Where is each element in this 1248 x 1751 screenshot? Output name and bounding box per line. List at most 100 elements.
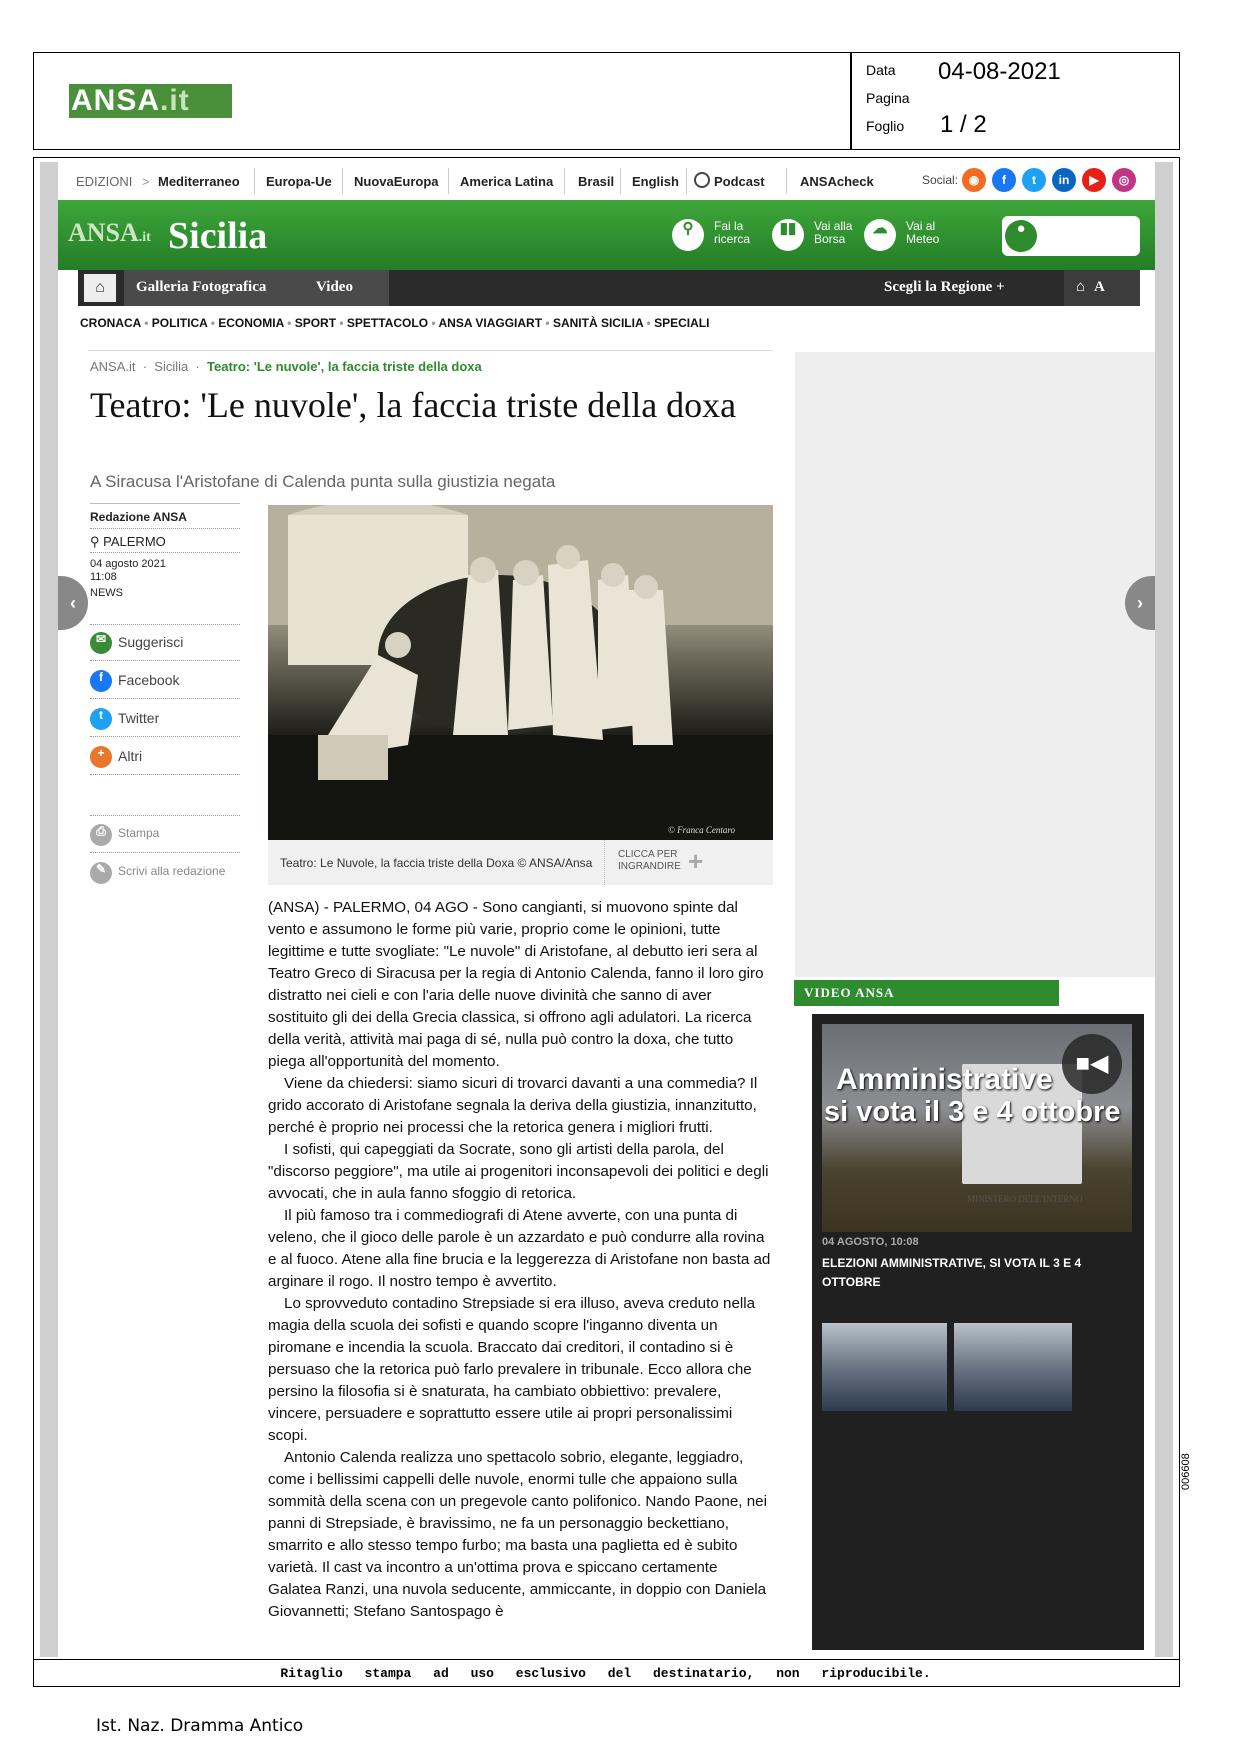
cat-spettacolo[interactable]: SPETTACOLO [347,316,428,330]
cat-cronaca[interactable]: CRONACA [80,316,141,330]
cat-sport[interactable]: SPORT [295,316,336,330]
cat-speciali[interactable]: SPECIALI [654,316,709,330]
region-header: ANSA.it Sicilia ⚲ Fai la ricerca ▮▮ Vai a… [58,200,1155,270]
login-box[interactable]: ● [1002,216,1140,256]
search-link[interactable]: Fai la ricerca [714,220,750,246]
user-icon[interactable]: ● [1005,220,1037,252]
editions-label: EDIZIONI [76,174,133,189]
cat-sanita[interactable]: SANITÀ SICILIA [553,316,643,330]
author: Redazione ANSA [90,510,187,524]
pin-icon: ⚲ [90,534,100,549]
suggest-icon: ✉ [90,632,112,654]
photo-caption-bar: Teatro: Le Nuvole, la faccia triste dell… [268,840,773,885]
facebook-icon[interactable]: f [992,168,1016,192]
linkedin-icon[interactable]: in [1052,168,1076,192]
editions-nav: EDIZIONI > Mediterraneo Europa-Ue NuovaE… [58,162,1155,200]
home-icon[interactable]: ⌂ [84,274,116,302]
search-icon[interactable]: ⚲ [672,219,704,251]
article-body: (ANSA) - PALERMO, 04 AGO - Sono cangiant… [268,897,773,1623]
section-tag: NEWS [90,587,123,599]
photo-credit: © Franca Centaro [668,825,735,835]
cat-economia[interactable]: ECONOMIA [218,316,284,330]
chart-icon[interactable]: ▮▮ [772,219,804,251]
instagram-icon[interactable]: ◎ [1112,168,1136,192]
social-label: Social: [922,173,959,187]
paragraph: Viene da chiedersi: siamo sicuri di trov… [268,1075,758,1136]
breadcrumb: ANSA.it · Sicilia · Teatro: 'Le nuvole',… [90,359,482,374]
breadcrumb-home[interactable]: ANSA.it [90,359,136,374]
menu-video[interactable]: Video [316,279,353,296]
cat-politica[interactable]: POLITICA [152,316,208,330]
print-link[interactable]: ⎙ Stampa [90,824,240,846]
sheet-label: Foglio [866,118,905,134]
video-section-header: VIDEO ANSA [794,980,1059,1006]
youtube-icon[interactable]: ▶ [1082,168,1106,192]
nav-brasil[interactable]: Brasil [578,174,614,189]
region-selector[interactable]: Scegli la Regione + [884,279,1005,296]
enlarge-link[interactable]: CLICCA PER INGRANDIRE [618,849,688,873]
print-icon: ⎙ [90,824,112,846]
paragraph: (ANSA) - PALERMO, 04 AGO - Sono cangiant… [268,899,764,1070]
rss-icon[interactable]: ◉ [962,168,986,192]
nav-podcast[interactable]: Podcast [714,174,765,189]
nav-america-latina[interactable]: America Latina [460,174,553,189]
ad-placeholder [795,352,1155,977]
section-menu: ⌂ Galleria Fotografica Video Scegli la R… [78,270,1140,306]
nav-mediterraneo[interactable]: Mediterraneo [158,174,240,189]
publish-date: 04 agosto 2021 11:08 NEWS [90,558,166,599]
font-size-toggle[interactable]: A [1094,279,1105,296]
article-title: Teatro: 'Le nuvole', la faccia triste de… [90,385,737,425]
clipping-code: 006608 [1180,1453,1192,1490]
share-altri[interactable]: + Altri [90,746,240,768]
article-photo[interactable]: © Franca Centaro [268,505,773,840]
stage-illustration: © Franca Centaro [268,505,773,840]
video-headline[interactable]: ELEZIONI AMMINISTRATIVE, SI VOTA IL 3 E … [822,1254,1082,1292]
pencil-icon: ✎ [90,862,112,884]
video-thumbnail[interactable]: MINISTERO DELL'INTERNO Amministrative si… [822,1024,1132,1232]
breadcrumb-region[interactable]: Sicilia [154,359,188,374]
plus-icon: + [90,746,112,768]
zoom-plus-icon[interactable]: + [688,846,703,877]
share-facebook[interactable]: f Facebook [90,670,240,692]
thumb-text-line2: si vota il 3 e 4 ottobre [824,1096,1121,1128]
paragraph: Lo sprovveduto contadino Strepsiade si e… [268,1295,756,1444]
podcast-icon [694,172,710,188]
page-label: Pagina [866,90,910,106]
write-editor-link[interactable]: ✎ Scrivi alla redazione [90,862,240,884]
video-thumbnail-2[interactable] [822,1323,947,1411]
video-thumbnail-3[interactable] [954,1323,1072,1411]
right-gutter [1155,162,1173,1657]
cat-viaggiart[interactable]: ANSA VIAGGIART [438,316,542,330]
chevron-right-icon: > [142,174,150,189]
location: ⚲ PALERMO [90,534,166,549]
nav-nuovaeuropa[interactable]: NuovaEuropa [354,174,439,189]
date-label: Data [866,62,896,78]
paragraph: Antonio Calenda realizza uno spettacolo … [268,1449,767,1620]
share-suggerisci[interactable]: ✉ Suggerisci [90,632,240,654]
category-nav: CRONACA • POLITICA • ECONOMIA • SPORT • … [80,316,710,330]
menu-galleria[interactable]: Galleria Fotografica [136,279,266,296]
house-text-icon[interactable]: ⌂ [1076,279,1085,296]
left-gutter [40,162,58,1657]
paragraph: I sofisti, qui capeggiati da Socrate, so… [268,1141,769,1202]
meteo-link[interactable]: Vai al Meteo [906,220,939,246]
breadcrumb-current: Teatro: 'Le nuvole', la faccia triste de… [207,359,482,374]
nav-ansacheck[interactable]: ANSAcheck [800,174,874,189]
share-twitter[interactable]: t Twitter [90,708,240,730]
nav-europa-ue[interactable]: Europa-Ue [266,174,332,189]
source-name: Ist. Naz. Dramma Antico [96,1716,304,1736]
nav-english[interactable]: English [632,174,679,189]
facebook-icon: f [90,670,112,692]
paragraph: Il più famoso tra i commediografi di Ate… [268,1207,771,1290]
video-camera-icon[interactable]: ■◀ [1062,1034,1122,1094]
ansa-region-logo[interactable]: ANSA.it [68,218,151,248]
article-subtitle: A Siracusa l'Aristofane di Calenda punta… [90,472,556,491]
borsa-link[interactable]: Vai alla Borsa [814,220,852,246]
thumb-text-line1: Amministrative [836,1063,1053,1096]
clipping-notice: Ritaglio stampa ad uso esclusivo del des… [280,1666,931,1681]
twitter-icon[interactable]: t [1022,168,1046,192]
weather-icon[interactable]: ☁ [864,219,896,251]
sheet-value: 1 / 2 [940,111,987,138]
twitter-icon: t [90,708,112,730]
video-date: 04 AGOSTO, 10:08 [822,1236,919,1248]
